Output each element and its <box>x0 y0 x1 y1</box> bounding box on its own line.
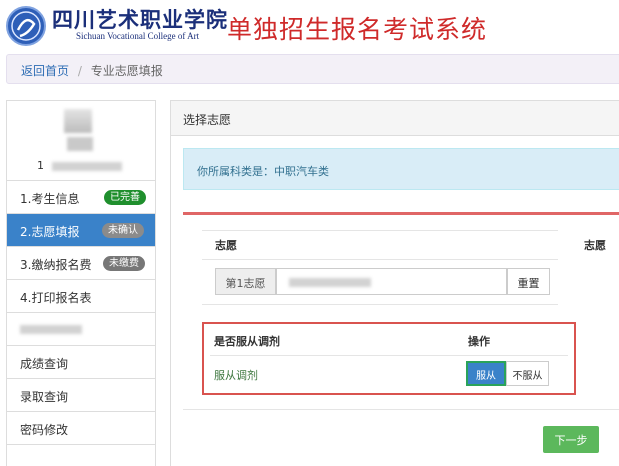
adjustment-value: 服从调剂 <box>214 369 258 382</box>
volunteer-column-title: 志愿 <box>215 239 237 252</box>
sidebar-item-score[interactable]: 成绩查询 <box>7 346 155 379</box>
obey-button[interactable]: 服从 <box>466 361 506 386</box>
profile-id: 1 <box>37 159 122 172</box>
first-choice-input[interactable] <box>276 268 507 295</box>
first-choice-label: 第1志愿 <box>215 268 276 295</box>
adjustment-header: 是否服从调剂 <box>214 335 280 348</box>
sidebar: 1 1.考生信息 已完善 2.志愿填报 未确认 3.缴纳报名费 未缴费 4.打印… <box>6 100 156 466</box>
sidebar-item-label: 3.缴纳报名费 <box>20 258 92 272</box>
sidebar-item-print[interactable]: 4.打印报名表 <box>7 280 155 313</box>
table-top-line <box>202 230 558 231</box>
sidebar-item-student-info[interactable]: 1.考生信息 已完善 <box>7 181 155 214</box>
breadcrumb-separator: / <box>77 64 82 78</box>
sidebar-item-label: 录取查询 <box>20 390 69 404</box>
system-title: 单独招生报名考试系统 <box>227 15 488 44</box>
sidebar-item-password[interactable]: 密码修改 <box>7 412 155 445</box>
next-button[interactable]: 下一步 <box>543 426 599 453</box>
sidebar-item-label: 2.志愿填报 <box>20 225 80 239</box>
sidebar-item-volunteer[interactable]: 2.志愿填报 未确认 <box>7 214 155 247</box>
table-bottom-line <box>202 304 558 305</box>
breadcrumb-home-link[interactable]: 返回首页 <box>21 64 69 78</box>
sidebar-item-blurred[interactable] <box>7 313 155 346</box>
profile-card: 1 <box>7 101 155 181</box>
first-choice-value-blurred <box>289 278 371 287</box>
sidebar-item-label: 4.打印报名表 <box>20 291 92 305</box>
not-obey-button[interactable]: 不服从 <box>506 361 549 386</box>
header: 四川艺术职业学院 Sichuan Vocational College of A… <box>0 0 619 52</box>
status-badge: 已完善 <box>104 190 146 205</box>
breadcrumb: 返回首页 / 专业志愿填报 <box>6 54 619 84</box>
table-header-line <box>202 259 558 260</box>
volunteer-column-title-right: 志愿 <box>584 239 606 252</box>
avatar-name-blurred <box>67 137 93 151</box>
adjustment-divider <box>210 355 568 356</box>
status-badge: 未确认 <box>102 223 144 238</box>
category-info-alert: 你所属科类是：中职汽车类 <box>183 148 619 190</box>
volunteer-panel: 选择志愿 你所属科类是：中职汽车类 志愿 志愿 第1志愿 重置 是否服从调剂 操… <box>170 100 619 466</box>
section-divider <box>183 409 619 410</box>
adjustment-section: 是否服从调剂 操作 服从调剂 服从 不服从 <box>202 322 576 395</box>
avatar <box>64 109 92 133</box>
school-logo <box>6 6 46 46</box>
status-badge: 未缴费 <box>103 256 145 271</box>
sidebar-item-blurred-label <box>20 325 82 334</box>
sidebar-item-label: 密码修改 <box>20 423 69 437</box>
divider-red <box>183 212 619 215</box>
sidebar-item-admission[interactable]: 录取查询 <box>7 379 155 412</box>
school-name-cn: 四川艺术职业学院 <box>52 7 228 32</box>
breadcrumb-current: 专业志愿填报 <box>90 64 163 78</box>
sidebar-item-payment[interactable]: 3.缴纳报名费 未缴费 <box>7 247 155 280</box>
reset-button[interactable]: 重置 <box>507 268 550 295</box>
profile-id-prefix: 1 <box>37 159 44 172</box>
panel-title: 选择志愿 <box>171 101 619 136</box>
profile-id-blurred <box>51 161 122 171</box>
sidebar-item-label: 成绩查询 <box>20 357 69 371</box>
sidebar-item-label: 1.考生信息 <box>20 192 80 206</box>
action-header: 操作 <box>468 335 490 348</box>
school-name-en: Sichuan Vocational College of Art <box>76 31 200 41</box>
